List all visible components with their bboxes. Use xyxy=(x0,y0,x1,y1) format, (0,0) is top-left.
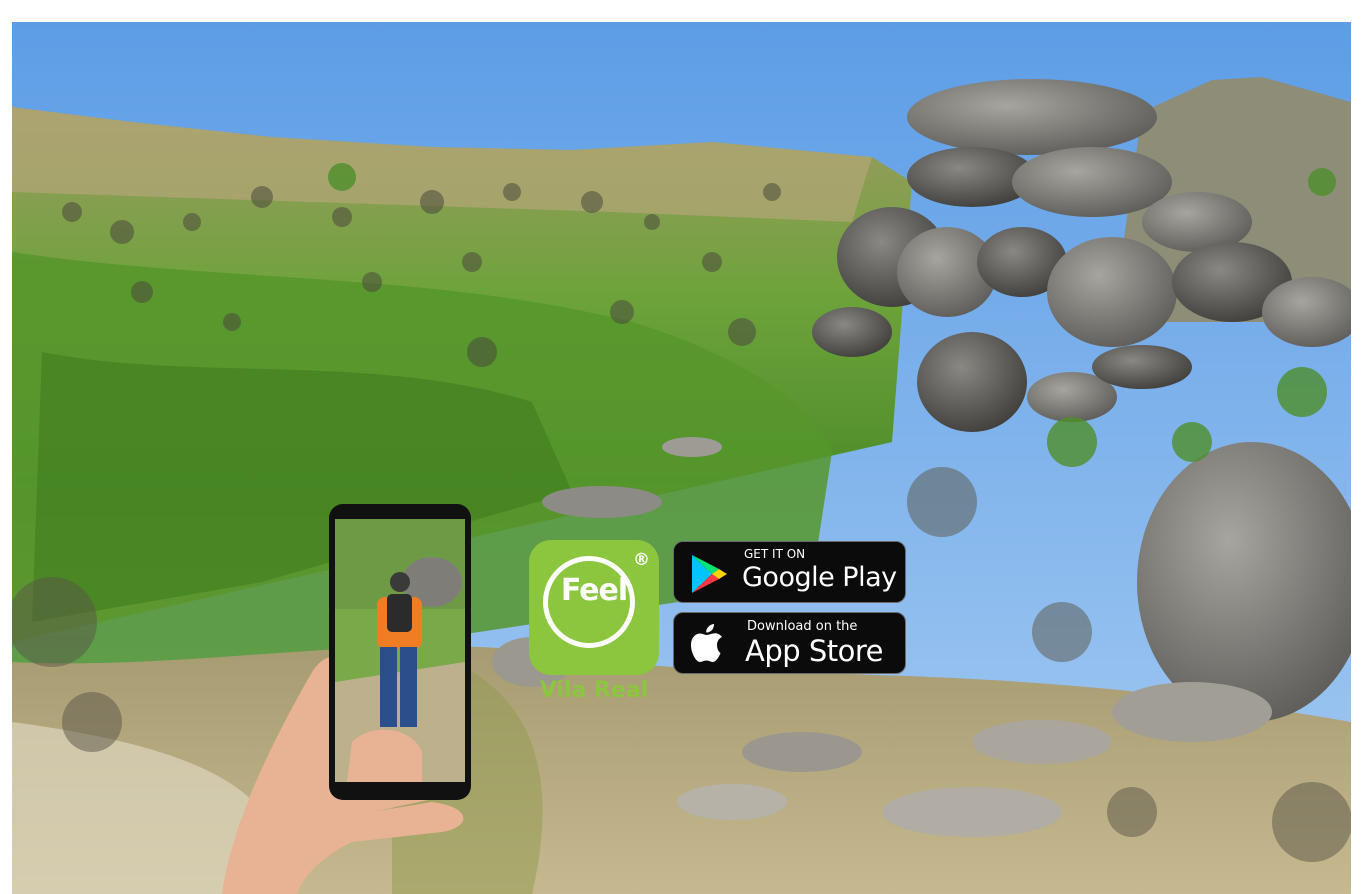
google-play-badge[interactable]: GET IT ON Google Play xyxy=(673,541,906,603)
landscape-photo xyxy=(12,22,1351,894)
feel-vila-real-logo: Feel ® xyxy=(529,540,659,675)
app-store-main-line: App Store xyxy=(745,634,884,668)
logo-word: Feel xyxy=(560,573,628,608)
google-play-main-line: Google Play xyxy=(742,562,897,593)
app-store-badge[interactable]: Download on the App Store xyxy=(673,612,906,674)
registered-mark: ® xyxy=(633,550,650,570)
google-play-top-line: GET IT ON xyxy=(744,547,806,561)
logo-subtitle: Vila Real xyxy=(539,678,649,703)
app-store-top-line: Download on the xyxy=(747,619,858,634)
apple-icon xyxy=(691,624,722,662)
google-play-icon xyxy=(692,555,727,593)
